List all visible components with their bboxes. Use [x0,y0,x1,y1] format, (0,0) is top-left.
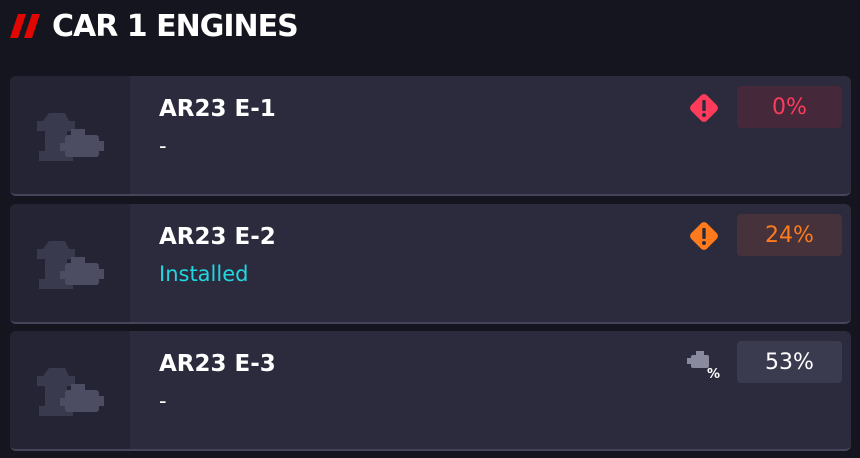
engine-thumbnail [10,331,130,449]
engine-name: AR23 E-1 [159,96,276,122]
critical-warning-icon [686,90,722,126]
engine-name: AR23 E-2 [159,224,276,250]
engine-thumbnail [10,204,130,322]
page-title: CAR 1 ENGINES [52,8,299,44]
wear-percent-badge: 53% [737,341,842,383]
engine-card-2[interactable]: AR23 E-2 Installed 24% [10,204,851,324]
page-header: CAR 1 ENGINES [10,6,299,46]
engine-status: Installed [159,262,249,286]
svg-text:%: % [707,367,720,380]
engine-thumbnail [10,76,130,194]
engine-status: - [159,389,167,413]
wear-percent-badge: 24% [737,214,842,256]
warning-icon [686,218,722,254]
engine-status: - [159,134,167,158]
wear-percent-badge: 0% [737,86,842,128]
slashes-logo-icon [10,14,40,38]
car-engine-icon [37,241,104,289]
engine-card-1[interactable]: AR23 E-1 - 0% [10,76,851,196]
engine-wear-icon: % [686,345,722,381]
car-engine-icon [37,368,104,416]
car-engine-icon [37,113,104,161]
engine-card-3[interactable]: AR23 E-3 - % 53% [10,331,851,451]
engine-name: AR23 E-3 [159,351,276,377]
